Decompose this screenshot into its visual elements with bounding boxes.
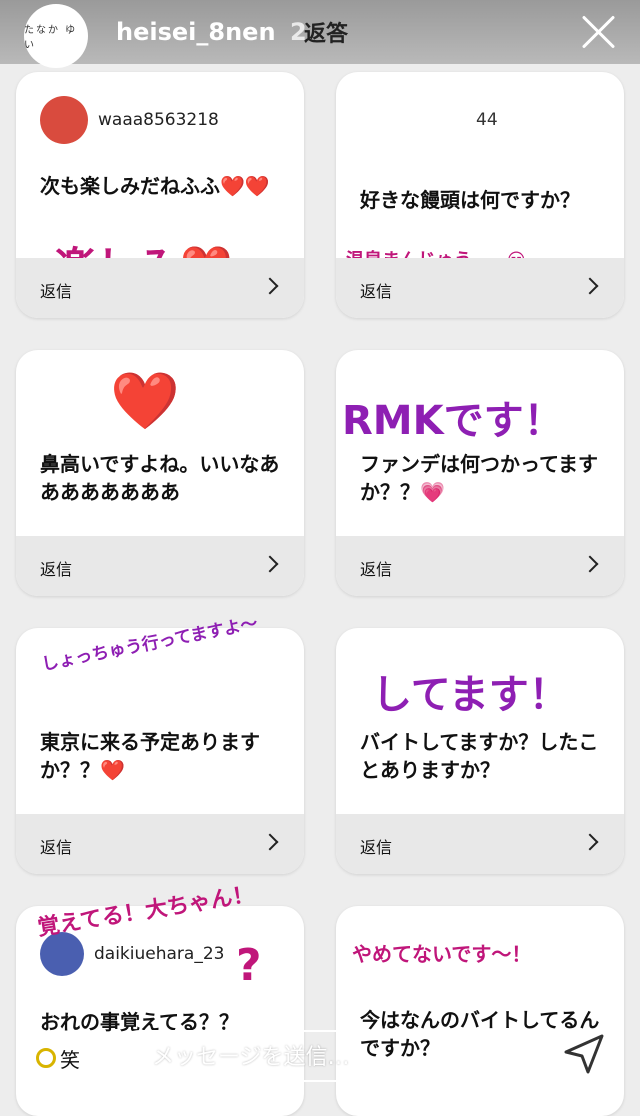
question-text: 東京に来る予定ありますか？？❤️ [40,730,260,782]
question-card[interactable]: ❤️ 鼻高いですよね。いいなああああああああ 返信 [16,350,304,596]
chevron-right-icon [261,555,279,573]
reply-footer[interactable]: 返信 [336,814,624,874]
reply-footer[interactable]: 返信 [336,258,624,318]
question-text: 次も楽しみだねふふ❤️❤️ [40,174,270,198]
question-text: 好きな饅頭は何ですか？ [360,188,580,212]
reply-button[interactable]: 返信 [360,556,392,580]
send-icon[interactable] [562,1032,606,1076]
reply-footer[interactable]: 返信 [336,536,624,596]
chevron-right-icon [261,277,279,295]
reply-button[interactable]: 返信 [40,556,72,580]
page-title: 返答 [304,22,349,47]
question-mark-sticker: ? [236,940,262,991]
chevron-right-icon [261,833,279,851]
avatar-text: たなか ゆい [24,25,78,51]
question-card[interactable]: してます！ バイトしてますか？したことありますか？ 返信 [336,628,624,874]
answer-sticker: してます！ [372,672,569,718]
username[interactable]: heisei_8nen [116,18,276,46]
chevron-right-icon [581,833,599,851]
asker: waaa8563218 [40,96,219,144]
question-text: ファンデは何つかってますか？？💗 [360,452,598,504]
reply-footer[interactable]: 返信 [16,258,304,318]
message-input[interactable]: メッセージを送信… [114,1030,534,1082]
reply-button[interactable]: 返信 [40,834,72,858]
heart-icon: ❤️ [110,369,180,434]
reply-button[interactable]: 返信 [360,834,392,858]
answer-sticker: やめてないです〜！ [352,942,532,966]
chevron-right-icon [581,277,599,295]
camera-label: 笑 [60,1048,80,1072]
question-card[interactable]: ファンデは何つかってますか？？💗 返信 [336,350,624,596]
asker-handle: daikiuehara_23 [94,944,225,964]
camera-button[interactable]: 笑 [28,1038,88,1078]
avatar[interactable]: たなか ゆい [24,4,88,68]
question-text: バイトしてますか？したことありますか？ [360,730,599,782]
chevron-right-icon [581,555,599,573]
reply-button[interactable]: 返信 [40,278,72,302]
reply-button[interactable]: 返信 [360,278,392,302]
asker-avatar [40,96,88,144]
asker: daikiuehara_23 [40,932,224,976]
reply-footer[interactable]: 返信 [16,536,304,596]
question-text: 鼻高いですよね。いいなああああああああ [40,452,280,504]
question-card[interactable]: 44 好きな饅頭は何ですか？ 温泉まんじゅう。。。😑 返信 [336,72,624,318]
asker-handle: 44 [476,110,498,130]
reply-footer[interactable]: 返信 [16,814,304,874]
asker-handle: waaa8563218 [98,110,219,130]
camera-icon [36,1048,56,1068]
question-card[interactable]: waaa8563218 次も楽しみだねふふ❤️❤️ 楽しみ❤️ 返信 [16,72,304,318]
close-icon[interactable] [578,12,618,52]
message-bar: 笑 メッセージを送信… [0,1010,640,1100]
answer-sticker: RMKです！ [342,398,564,444]
story-header: たなか ゆい heisei_8nen 2 返答 [0,0,640,68]
